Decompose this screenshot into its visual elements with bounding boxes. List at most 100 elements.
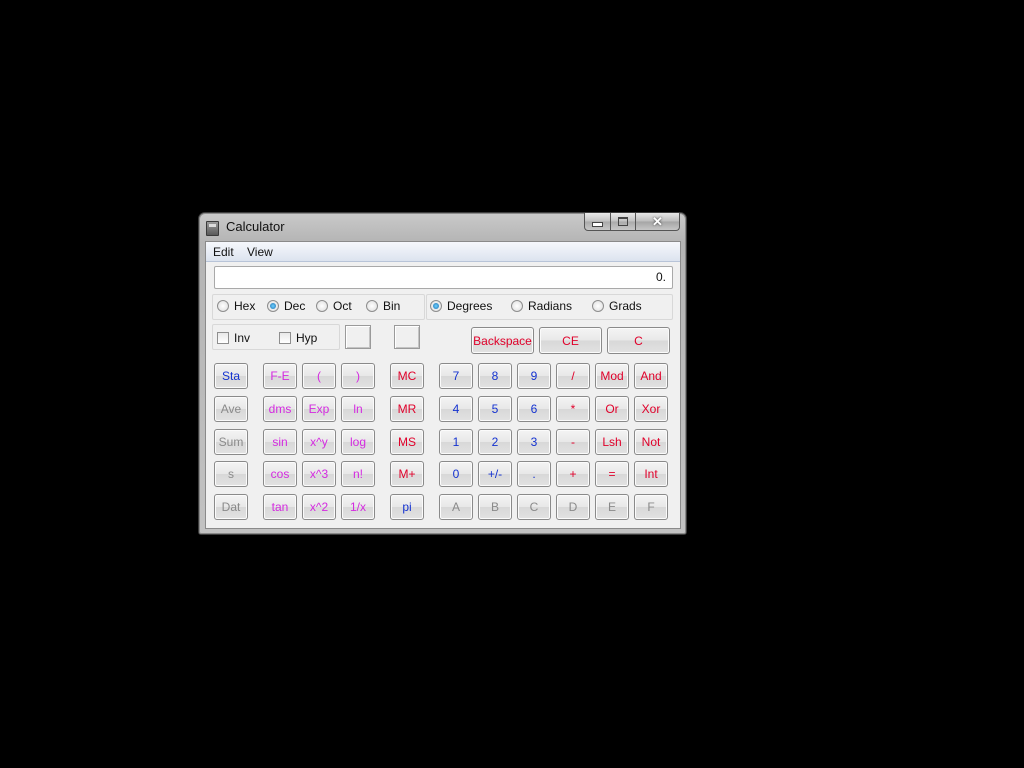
minimize-icon	[592, 222, 603, 227]
close-paren-button[interactable]: )	[341, 363, 375, 389]
radio-degrees[interactable]: Degrees	[430, 299, 492, 313]
radio-grads-indicator	[592, 300, 604, 312]
log-button[interactable]: log	[341, 429, 375, 455]
x-squared-button[interactable]: x^2	[302, 494, 336, 520]
digit-3-button[interactable]: 3	[517, 429, 551, 455]
not-button[interactable]: Not	[634, 429, 668, 455]
digit-5-button[interactable]: 5	[478, 396, 512, 422]
close-button[interactable]: ✕	[636, 213, 680, 231]
radio-radians-label: Radians	[528, 299, 573, 313]
radio-grads[interactable]: Grads	[592, 299, 642, 313]
negate-button[interactable]: +/-	[478, 461, 512, 487]
radio-dec-label: Dec	[284, 299, 306, 313]
subtract-button[interactable]: -	[556, 429, 590, 455]
multiply-button[interactable]: *	[556, 396, 590, 422]
digit-4-button[interactable]: 4	[439, 396, 473, 422]
checkbox-hyp-box	[279, 332, 291, 344]
m-plus-button[interactable]: M+	[390, 461, 424, 487]
hex-f-button[interactable]: F	[634, 494, 668, 520]
add-button[interactable]: +	[556, 461, 590, 487]
and-button[interactable]: And	[634, 363, 668, 389]
xor-button[interactable]: Xor	[634, 396, 668, 422]
checkbox-hyp-label: Hyp	[296, 331, 318, 345]
lsh-button[interactable]: Lsh	[595, 429, 629, 455]
dms-button[interactable]: dms	[263, 396, 297, 422]
hex-a-button[interactable]: A	[439, 494, 473, 520]
x-cubed-button[interactable]: x^3	[302, 461, 336, 487]
digit-6-button[interactable]: 6	[517, 396, 551, 422]
checkbox-inv[interactable]: Inv	[217, 331, 250, 345]
display-value: 0.	[655, 270, 666, 284]
digit-8-button[interactable]: 8	[478, 363, 512, 389]
equals-button[interactable]: =	[595, 461, 629, 487]
calculator-body: Edit View 0. Hex Dec Oct Bin Degrees Rad…	[205, 241, 681, 529]
digit-7-button[interactable]: 7	[439, 363, 473, 389]
sin-button[interactable]: sin	[263, 429, 297, 455]
open-paren-button[interactable]: (	[302, 363, 336, 389]
digit-2-button[interactable]: 2	[478, 429, 512, 455]
radio-dec[interactable]: Dec	[267, 299, 305, 313]
hex-d-button[interactable]: D	[556, 494, 590, 520]
ce-button[interactable]: CE	[539, 327, 602, 354]
sum-button[interactable]: Sum	[214, 429, 248, 455]
hex-e-button[interactable]: E	[595, 494, 629, 520]
radio-oct-indicator	[316, 300, 328, 312]
ave-button[interactable]: Ave	[214, 396, 248, 422]
minimize-button[interactable]	[584, 213, 611, 231]
calculator-icon	[206, 221, 219, 236]
digit-0-button[interactable]: 0	[439, 461, 473, 487]
menu-bar: Edit View	[206, 242, 680, 262]
divide-button[interactable]: /	[556, 363, 590, 389]
dat-button[interactable]: Dat	[214, 494, 248, 520]
maximize-icon	[618, 217, 628, 226]
ln-button[interactable]: ln	[341, 396, 375, 422]
sta-button[interactable]: Sta	[214, 363, 248, 389]
digit-9-button[interactable]: 9	[517, 363, 551, 389]
memory-indicator	[394, 325, 420, 349]
mr-button[interactable]: MR	[390, 396, 424, 422]
x-pow-y-button[interactable]: x^y	[302, 429, 336, 455]
radio-radians-indicator	[511, 300, 523, 312]
maximize-button[interactable]	[611, 213, 636, 231]
radio-hex[interactable]: Hex	[217, 299, 255, 313]
caption-buttons: ✕	[584, 213, 680, 231]
clear-button[interactable]: C	[607, 327, 670, 354]
int-button[interactable]: Int	[634, 461, 668, 487]
digit-1-button[interactable]: 1	[439, 429, 473, 455]
hex-b-button[interactable]: B	[478, 494, 512, 520]
radio-oct-label: Oct	[333, 299, 352, 313]
radio-radians[interactable]: Radians	[511, 299, 572, 313]
fe-button[interactable]: F-E	[263, 363, 297, 389]
cos-button[interactable]: cos	[263, 461, 297, 487]
parenthesis-indicator	[345, 325, 371, 349]
s-button[interactable]: s	[214, 461, 248, 487]
exp-button[interactable]: Exp	[302, 396, 336, 422]
menu-edit[interactable]: Edit	[213, 245, 234, 259]
mc-button[interactable]: MC	[390, 363, 424, 389]
or-button[interactable]: Or	[595, 396, 629, 422]
radio-dec-indicator	[267, 300, 279, 312]
pi-button[interactable]: pi	[390, 494, 424, 520]
reciprocal-button[interactable]: 1/x	[341, 494, 375, 520]
backspace-button[interactable]: Backspace	[471, 327, 534, 354]
mod-button[interactable]: Mod	[595, 363, 629, 389]
radio-degrees-label: Degrees	[447, 299, 493, 313]
ms-button[interactable]: MS	[390, 429, 424, 455]
radio-bin[interactable]: Bin	[366, 299, 400, 313]
close-icon: ✕	[652, 213, 663, 229]
checkbox-inv-label: Inv	[234, 331, 251, 345]
factorial-button[interactable]: n!	[341, 461, 375, 487]
radio-degrees-indicator	[430, 300, 442, 312]
checkbox-inv-box	[217, 332, 229, 344]
checkbox-hyp[interactable]: Hyp	[279, 331, 317, 345]
radio-oct[interactable]: Oct	[316, 299, 352, 313]
radio-hex-indicator	[217, 300, 229, 312]
radio-bin-indicator	[366, 300, 378, 312]
decimal-button[interactable]: .	[517, 461, 551, 487]
menu-view[interactable]: View	[247, 245, 273, 259]
title-bar[interactable]: Calculator ✕	[199, 213, 686, 241]
display-field[interactable]: 0.	[214, 266, 673, 289]
hex-c-button[interactable]: C	[517, 494, 551, 520]
radio-hex-label: Hex	[234, 299, 256, 313]
tan-button[interactable]: tan	[263, 494, 297, 520]
